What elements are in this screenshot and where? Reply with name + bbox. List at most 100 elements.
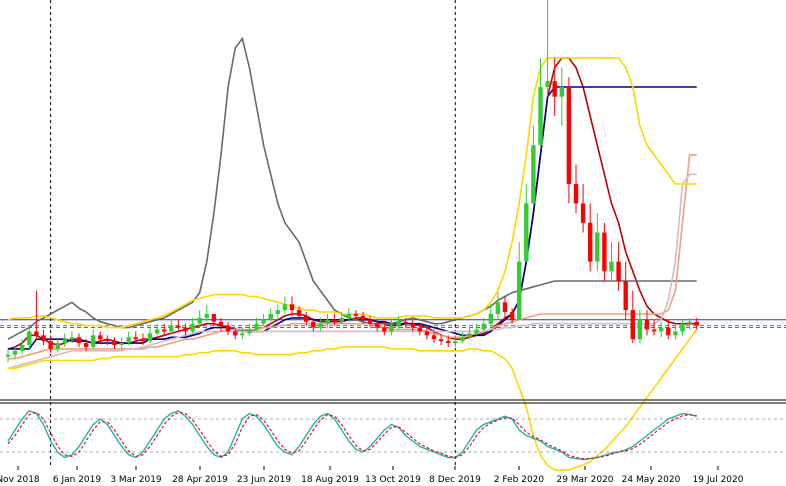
candle-body (169, 325, 174, 332)
x-tick-label: 6 Jan 2019 (53, 475, 101, 485)
candle-body (190, 323, 195, 332)
x-tick-label: 8 Dec 2019 (429, 475, 481, 485)
candle-body (630, 310, 635, 340)
candle-body (502, 302, 508, 313)
osc-d-line (7, 411, 697, 460)
candle-body (467, 333, 472, 338)
candle-body (254, 323, 259, 330)
candle-body (488, 313, 493, 324)
candle-body (296, 310, 302, 316)
candle-body (694, 321, 699, 326)
candle-body (119, 343, 124, 346)
x-tick-label: Nov 2018 (0, 475, 40, 485)
candle-body (403, 321, 408, 324)
candle-body (438, 339, 444, 342)
candle-body (5, 354, 11, 357)
candle-body (609, 261, 614, 272)
candle-body (176, 325, 181, 328)
candle-body (545, 81, 550, 87)
candle-body (282, 304, 288, 311)
candle-body (495, 302, 501, 314)
candle-body (140, 339, 146, 342)
candle-body (76, 337, 82, 344)
indicator-line-2 (7, 36, 697, 340)
x-tick-label: 13 Oct 2019 (365, 475, 421, 485)
candle-body (247, 329, 252, 334)
x-tick-label: 3 Mar 2019 (110, 475, 162, 485)
candle-body (261, 319, 266, 324)
candle-body (588, 222, 593, 262)
candle-body (91, 335, 96, 347)
candle-body (453, 341, 458, 344)
x-tick-label: 19 Jul 2020 (693, 475, 744, 485)
candle-body (651, 329, 657, 332)
candle-body (417, 327, 422, 332)
candle-body (311, 321, 316, 328)
candle-body (233, 331, 238, 336)
candle-body (602, 232, 607, 272)
candle-body (367, 319, 373, 324)
candle-body (126, 337, 131, 344)
candle-body (318, 323, 323, 328)
candle-body (304, 315, 309, 322)
candle-body (69, 337, 75, 340)
candle-body (133, 337, 138, 340)
candle-body (240, 333, 245, 336)
candle-body (531, 145, 536, 204)
candle-body (211, 313, 217, 322)
candle-body (524, 203, 529, 262)
x-tick-label: 2 Feb 2020 (494, 475, 545, 485)
candle-body (566, 87, 572, 184)
x-tick-label: 24 May 2020 (622, 475, 681, 485)
candle-body (389, 325, 394, 332)
indicator-line-5 (7, 57, 697, 329)
candle-body (27, 331, 32, 346)
candle-body (666, 327, 671, 336)
candle-body (268, 313, 273, 320)
candle-body (325, 319, 330, 324)
candle-body (552, 81, 557, 97)
candle-body (431, 335, 437, 340)
candle-body (382, 327, 387, 332)
candle-body (360, 315, 366, 320)
candle-body (375, 323, 380, 328)
indicator-line-0 (7, 57, 697, 350)
candle-body (644, 319, 650, 330)
candle-body (62, 339, 67, 344)
candle-body (595, 232, 600, 262)
candle-body (83, 343, 89, 347)
x-tick-label: 23 Jun 2019 (237, 475, 291, 485)
oscillator-pane (0, 409, 786, 461)
candle-body (183, 327, 188, 332)
candle-body (34, 331, 39, 336)
candle-body (218, 321, 224, 326)
candle-body (517, 261, 522, 320)
candle-body (105, 339, 110, 342)
candle-body (339, 317, 344, 322)
indicator-line-4 (7, 173, 697, 370)
candle-body (332, 319, 337, 322)
candle-body (147, 333, 153, 342)
candle-body (460, 337, 465, 342)
candle-body (623, 281, 628, 311)
candle-body (559, 87, 564, 97)
candle-body (580, 203, 586, 223)
candle-body (673, 331, 678, 336)
candle-body (659, 327, 664, 332)
candle-body (687, 321, 692, 324)
candle-body (396, 321, 401, 326)
candle-body (346, 313, 351, 318)
candle-body (424, 331, 430, 336)
price-chart: Nov 2018 6 Jan 2019 3 Mar 2019 28 Apr 2019 2… (0, 0, 786, 485)
candle-body (154, 329, 160, 334)
candle-body (275, 310, 280, 314)
candle-body (616, 261, 621, 281)
candle-body (410, 323, 415, 328)
candle-body (48, 341, 53, 349)
candle-body (98, 335, 103, 340)
candle-body (41, 335, 46, 342)
candle-body (474, 329, 479, 334)
candle-body (204, 313, 209, 318)
candle-body (289, 304, 295, 311)
candle-body (481, 323, 486, 330)
